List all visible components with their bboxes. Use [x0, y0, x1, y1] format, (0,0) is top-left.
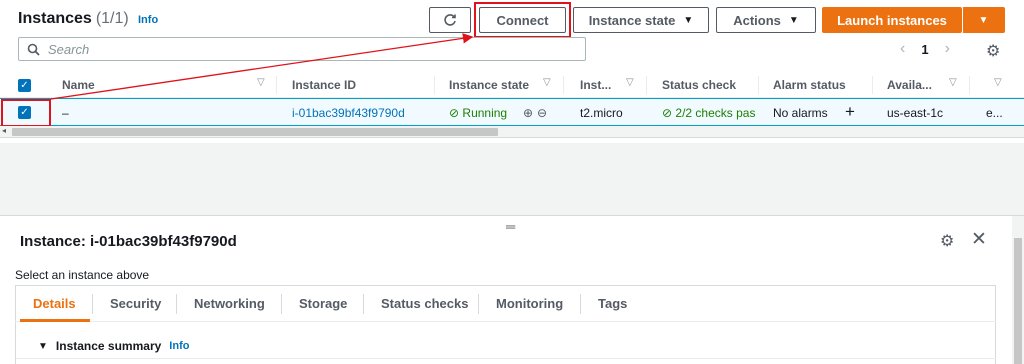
tab-storage[interactable]: Storage: [299, 296, 347, 311]
tab-divider: [478, 294, 479, 314]
tab-monitoring[interactable]: Monitoring: [496, 296, 563, 311]
active-tab-indicator: [20, 319, 90, 322]
section-title: Instance summary: [55, 339, 162, 353]
details-title: Instance: i-01bac39bf43f9790d: [20, 233, 237, 250]
horizontal-scrollbar[interactable]: ◂: [0, 126, 1024, 138]
split-gap: [0, 143, 1024, 215]
caret-down-icon: ▼: [38, 340, 48, 352]
vertical-scrollbar[interactable]: [1012, 216, 1024, 364]
drag-handle-icon[interactable]: ═: [506, 219, 515, 234]
tab-divider: [363, 294, 364, 314]
tab-details[interactable]: Details: [33, 296, 76, 311]
details-tabs: Details Security Networking Storage Stat…: [15, 286, 996, 322]
tab-divider: [92, 294, 93, 314]
scrollbar-thumb[interactable]: [12, 128, 498, 136]
instances-panel: Instances (1/1) Info Connect Instance sta…: [0, 0, 1024, 143]
tab-divider: [176, 294, 177, 314]
tab-networking[interactable]: Networking: [194, 296, 265, 311]
tab-divider: [281, 294, 282, 314]
tab-security[interactable]: Security: [110, 296, 161, 311]
annotation-arrow-icon: [50, 33, 474, 100]
section-info-link[interactable]: Info: [169, 340, 189, 352]
details-gear-icon[interactable]: ⚙: [940, 231, 954, 251]
scroll-left-icon[interactable]: ◂: [2, 126, 6, 135]
scrollbar-thumb[interactable]: [1014, 238, 1022, 364]
summary-divider: [16, 358, 996, 359]
instance-summary-header[interactable]: ▼ Instance summary Info: [38, 339, 189, 353]
tab-divider: [580, 294, 581, 314]
details-subtitle: Select an instance above: [15, 268, 150, 282]
tab-tags[interactable]: Tags: [598, 296, 627, 311]
close-icon[interactable]: ✕: [971, 228, 987, 251]
tab-status-checks[interactable]: Status checks: [381, 296, 468, 311]
